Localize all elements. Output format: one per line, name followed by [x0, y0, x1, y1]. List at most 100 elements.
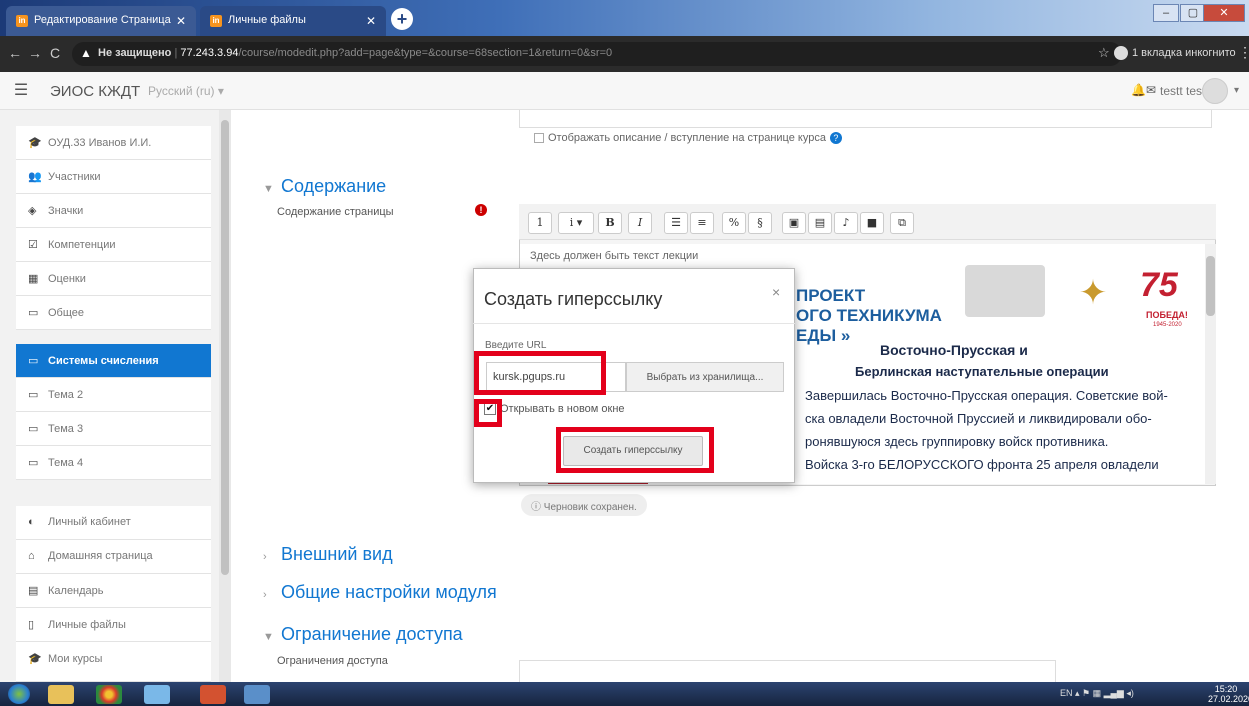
section-title: Содержание	[281, 176, 387, 196]
chrome-taskbar-icon[interactable]	[96, 685, 122, 704]
sidebar-item-competencies[interactable]: ☑ Компетенции	[16, 228, 211, 262]
tab-personal-files[interactable]: in Личные файлы ✕	[200, 6, 386, 36]
section-content-header[interactable]: ▼ Содержание	[263, 176, 386, 197]
sidebar-item-label: Общее	[48, 307, 85, 319]
drawer-scroll-thumb[interactable]	[221, 120, 229, 575]
sidebar-item-private-files[interactable]: ▯ Личные файлы	[16, 608, 211, 642]
url-omnibox[interactable]: ▲ Не защищено | 77.243.3.94/course/moded…	[72, 42, 1122, 66]
incognito-indicator[interactable]: 1 вкладка инкогнито	[1114, 46, 1236, 60]
sidebar-item-my-courses[interactable]: 🎓 Мои курсы	[16, 642, 211, 682]
image-icon[interactable]: ▣	[782, 212, 806, 234]
calendar-icon: ▤	[28, 585, 39, 597]
description-textarea-bottom[interactable]	[519, 110, 1212, 128]
explorer-taskbar-icon[interactable]	[48, 685, 74, 704]
start-button-icon[interactable]	[8, 684, 30, 704]
notifications-bell-icon[interactable]: 🔔	[1131, 83, 1146, 97]
poster-heading-line: ПРОЕКТ	[796, 286, 866, 305]
show-description-checkbox[interactable]	[534, 133, 544, 144]
browser-menu-icon[interactable]: ⋮	[1238, 44, 1249, 61]
hamburger-menu-icon[interactable]: ☰	[10, 80, 32, 102]
help-icon[interactable]: ?	[829, 132, 842, 145]
record-audio-icon[interactable]: ♪	[834, 212, 858, 234]
window-taskbar-icon[interactable]	[244, 685, 270, 704]
badge-icon: ◈	[28, 205, 37, 217]
record-video-icon[interactable]: ■	[860, 212, 884, 234]
language-menu[interactable]: Русский (ru) ▾	[148, 84, 224, 98]
close-tab-icon[interactable]: ✕	[176, 14, 186, 28]
sidebar-item-grades[interactable]: ▦ Оценки	[16, 262, 211, 296]
show-description-option[interactable]: Отображать описание / вступление на стра…	[534, 132, 842, 145]
sidebar-item-label: Мои курсы	[48, 653, 103, 665]
close-icon[interactable]: ×	[772, 284, 780, 300]
sidebar-item-topic-4[interactable]: ▭ Тема 4	[16, 446, 211, 480]
sidebar-item-topic-3[interactable]: ▭ Тема 3	[16, 412, 211, 446]
reload-icon[interactable]: C	[50, 45, 60, 61]
sidebar-item-participants[interactable]: 👥 Участники	[16, 160, 211, 194]
editor-text-line: Здесь должен быть текст лекции	[530, 250, 699, 262]
powerpoint-taskbar-icon[interactable]	[200, 685, 226, 704]
new-tab-button[interactable]: +	[391, 8, 413, 30]
warning-icon: ▲	[80, 46, 92, 60]
paragraph-style-icon[interactable]: i ▾	[558, 212, 594, 234]
numbered-list-icon[interactable]: ≡	[690, 212, 714, 234]
media-icon[interactable]: ▤	[808, 212, 832, 234]
url-path: /course/modedit.php?add=page&type=&cours…	[238, 47, 613, 59]
home-icon: ⌂	[28, 550, 35, 562]
chevron-down-icon: ▼	[263, 631, 274, 643]
system-clock[interactable]: 15:20 27.02.2020	[1208, 684, 1249, 704]
minimize-window-button[interactable]: –	[1153, 4, 1179, 22]
section-title: Общие настройки модуля	[281, 582, 497, 602]
clock-date: 27.02.2020	[1208, 694, 1249, 704]
avatar[interactable]	[1202, 78, 1228, 104]
back-icon[interactable]: ←	[8, 45, 22, 61]
editor-scroll-thumb[interactable]	[1206, 256, 1215, 316]
bold-icon[interactable]: B	[598, 212, 622, 234]
app-taskbar-icon[interactable]	[144, 685, 170, 704]
moodle-favicon-icon: in	[210, 15, 222, 27]
sidebar-item-badges[interactable]: ◈ Значки	[16, 194, 211, 228]
folder-icon: ▭	[28, 307, 39, 319]
sidebar-item-course[interactable]: 🎓 ОУД.33 Иванов И.И.	[16, 126, 211, 160]
unlink-icon[interactable]: §	[748, 212, 772, 234]
close-window-button[interactable]: ✕	[1203, 4, 1245, 22]
link-icon[interactable]: %	[722, 212, 746, 234]
browse-repositories-button[interactable]: Выбрать из хранилища...	[626, 362, 784, 392]
section-common-settings-header[interactable]: › Общие настройки модуля	[263, 582, 497, 603]
system-tray[interactable]: EN ▴ ⚑ ▦ ▂▄▆ ◂)	[1060, 688, 1134, 699]
url-host: 77.243.3.94	[180, 47, 239, 59]
bullet-list-icon[interactable]: ☰	[664, 212, 688, 234]
manage-files-icon[interactable]: ⧉	[890, 212, 914, 234]
folder-icon: ▭	[28, 389, 39, 401]
tab-edit-page[interactable]: in Редактирование Страница ✕	[6, 6, 196, 36]
section-appearance-header[interactable]: › Внешний вид	[263, 544, 393, 565]
highlight-url-field	[474, 351, 606, 395]
poster-heading-line: ОГО ТЕХНИКУМА	[796, 306, 942, 325]
poster-anniversary-number: 75	[1140, 266, 1178, 304]
forward-icon[interactable]: →	[28, 45, 42, 61]
close-tab-icon[interactable]: ✕	[366, 14, 376, 28]
poster-years-label: 1945-2020	[1153, 322, 1182, 328]
site-name[interactable]: ЭИОС КЖДТ	[50, 83, 140, 100]
messages-icon[interactable]: ✉	[1146, 83, 1156, 97]
info-icon: ⓘ	[531, 502, 544, 513]
sidebar-item-home[interactable]: ⌂ Домашняя страница	[16, 540, 211, 574]
poster-victory-label: ПОБЕДА!	[1146, 310, 1188, 320]
chevron-down-icon[interactable]: ▾	[1234, 85, 1239, 96]
sidebar-item-label: Личные файлы	[48, 619, 126, 631]
italic-icon[interactable]: I	[628, 212, 652, 234]
users-icon: 👥	[28, 171, 42, 183]
sidebar-item-label: Участники	[48, 171, 101, 183]
sidebar-item-number-systems[interactable]: ▭ Системы счисления	[16, 344, 211, 378]
mortarboard-icon: 🎓	[28, 137, 42, 149]
sidebar-item-general[interactable]: ▭ Общее	[16, 296, 211, 330]
incognito-label: 1 вкладка инкогнито	[1132, 46, 1236, 59]
dialog-divider	[473, 323, 795, 324]
toolbar-collapse-icon[interactable]: 1	[528, 212, 552, 234]
poster-text-line: ронявшуюся здесь группировку войск проти…	[805, 434, 1109, 449]
sidebar-item-topic-2[interactable]: ▭ Тема 2	[16, 378, 211, 412]
sidebar-item-calendar[interactable]: ▤ Календарь	[16, 574, 211, 608]
clock-time: 15:20	[1214, 684, 1238, 694]
section-restrict-access-header[interactable]: ▼ Ограничение доступа	[263, 624, 463, 645]
sidebar-item-dashboard[interactable]: ◐ Личный кабинет	[16, 506, 211, 540]
bookmark-star-icon[interactable]: ☆	[1098, 45, 1110, 61]
